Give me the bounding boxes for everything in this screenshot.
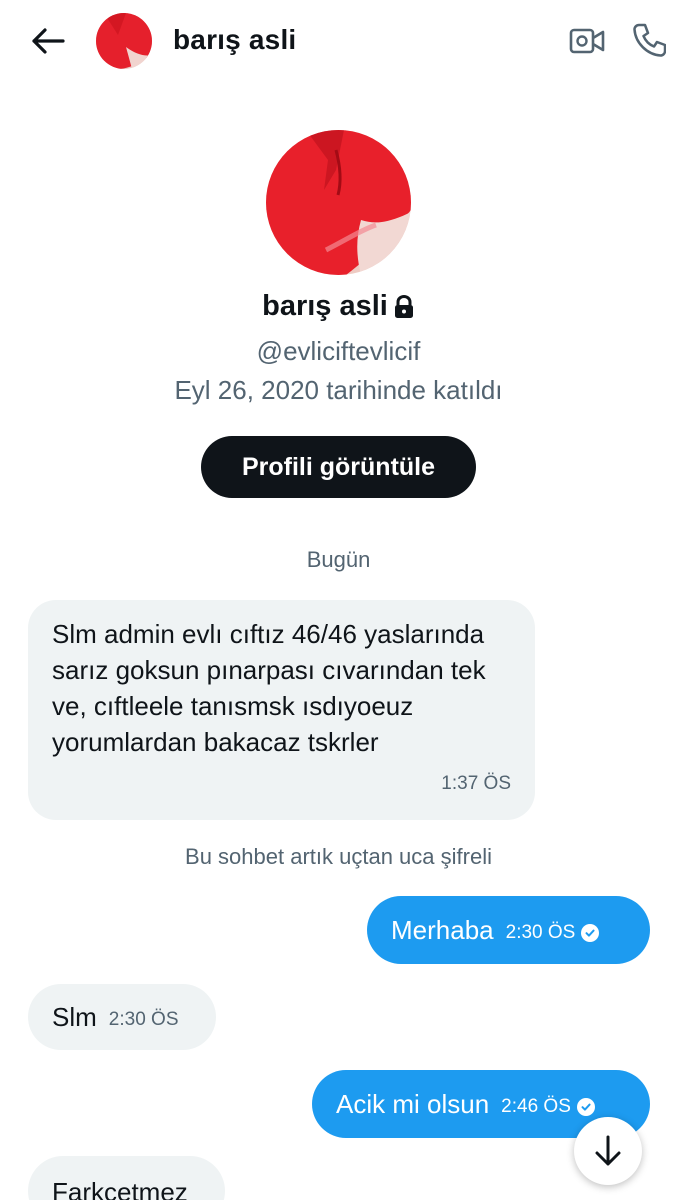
- view-profile-button[interactable]: Profili görüntüle: [201, 436, 476, 498]
- arrow-down-icon: [595, 1135, 621, 1166]
- header-avatar[interactable]: [96, 13, 152, 69]
- video-camera-icon: [569, 28, 605, 54]
- message-time: 2:46 ÖS: [501, 1096, 571, 1117]
- back-button[interactable]: [26, 22, 70, 60]
- header-contact-name[interactable]: barış asli: [173, 24, 296, 56]
- message-text: Acik mi olsun: [336, 1089, 490, 1119]
- message-text: Slm: [52, 1002, 97, 1032]
- profile-avatar[interactable]: [266, 130, 411, 275]
- arrow-left-icon: [32, 28, 65, 54]
- read-check-icon: [576, 1098, 595, 1116]
- profile-joined-date: Eyl 26, 2020 tarihinde katıldı: [174, 375, 503, 405]
- message-bubble-incoming[interactable]: Farkcetmez: [28, 1156, 225, 1200]
- read-check-icon: [581, 924, 600, 942]
- profile-name-row: barış asli: [0, 290, 677, 323]
- profile-handle: @evliciftevlicif: [256, 336, 421, 366]
- message-time: 2:30 ÖS: [108, 1009, 179, 1030]
- lock-icon: [394, 294, 413, 318]
- chat-header: barış asli: [0, 0, 677, 84]
- message-bubble-outgoing[interactable]: Merhaba 2:30 ÖS: [367, 896, 650, 964]
- phone-icon: [633, 23, 666, 57]
- voice-call-button[interactable]: [628, 20, 670, 60]
- scroll-to-bottom-button[interactable]: [574, 1117, 642, 1185]
- message-time: 1:37 ÖS: [441, 773, 511, 794]
- message-time: 2:30 ÖS: [505, 922, 576, 943]
- profile-name: barış asli: [262, 290, 388, 322]
- date-separator: Bugün: [306, 547, 371, 572]
- message-text: Merhaba: [391, 915, 494, 945]
- encryption-notice: Bu sohbet artık uçtan uca şifreli: [185, 844, 492, 869]
- message-bubble-incoming[interactable]: Slm 2:30 ÖS: [28, 984, 216, 1050]
- message-text: Farkcetmez: [52, 1177, 188, 1200]
- video-call-button[interactable]: [566, 22, 608, 60]
- message-text: Slm admin evlı cıftız 46/46 yaslarında s…: [52, 619, 486, 757]
- message-bubble-incoming[interactable]: Slm admin evlı cıftız 46/46 yaslarında s…: [28, 600, 535, 820]
